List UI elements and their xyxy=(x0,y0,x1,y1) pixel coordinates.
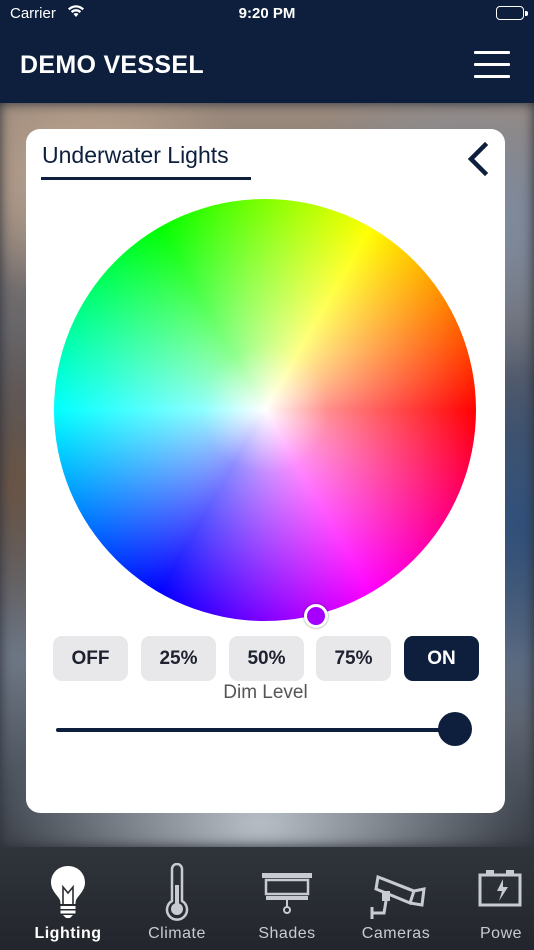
off-button[interactable]: OFF xyxy=(53,636,128,681)
color-picker-handle[interactable] xyxy=(304,604,328,628)
tab-label: Powe xyxy=(480,925,523,942)
dim-slider-thumb[interactable] xyxy=(438,712,472,746)
color-wheel[interactable] xyxy=(54,199,476,621)
lightbulb-icon xyxy=(22,863,114,921)
status-bar: Carrier 9:20 PM xyxy=(0,0,534,28)
tab-label: Shades xyxy=(258,925,316,942)
tab-shades[interactable]: Shades xyxy=(244,847,330,950)
security-camera-icon xyxy=(352,863,440,921)
hamburger-menu-icon[interactable] xyxy=(474,51,510,79)
thermometer-icon xyxy=(134,863,220,921)
title-underline xyxy=(41,177,251,180)
on-button[interactable]: ON xyxy=(404,636,479,681)
dim-25-button[interactable]: 25% xyxy=(141,636,216,681)
dim-50-button[interactable]: 50% xyxy=(229,636,304,681)
tab-power[interactable]: Powe xyxy=(472,847,534,950)
tab-label: Lighting xyxy=(34,925,102,942)
shade-icon xyxy=(244,863,330,921)
clock: 9:20 PM xyxy=(238,5,296,22)
tab-cameras[interactable]: Cameras xyxy=(352,847,440,950)
lighting-card: Underwater Lights OFF 25% 50% 75% ON Dim… xyxy=(26,129,505,813)
dim-75-button[interactable]: 75% xyxy=(316,636,391,681)
battery-charge-icon xyxy=(472,863,534,921)
tab-label: Climate xyxy=(148,925,206,942)
color-wheel-container xyxy=(54,199,478,628)
battery-icon xyxy=(496,6,528,20)
dim-level-label: Dim Level xyxy=(223,682,308,703)
tab-label: Cameras xyxy=(361,925,431,942)
dim-slider-track[interactable] xyxy=(56,728,456,732)
vessel-title: DEMO VESSEL xyxy=(20,51,204,79)
chevron-left-icon[interactable] xyxy=(463,141,495,177)
app-header: DEMO VESSEL xyxy=(0,28,534,103)
tab-climate[interactable]: Climate xyxy=(134,847,220,950)
tab-bar: Lighting Climate Shades Cameras Powe xyxy=(0,847,534,950)
card-title: Underwater Lights xyxy=(42,142,229,168)
tab-lighting[interactable]: Lighting xyxy=(22,847,114,950)
